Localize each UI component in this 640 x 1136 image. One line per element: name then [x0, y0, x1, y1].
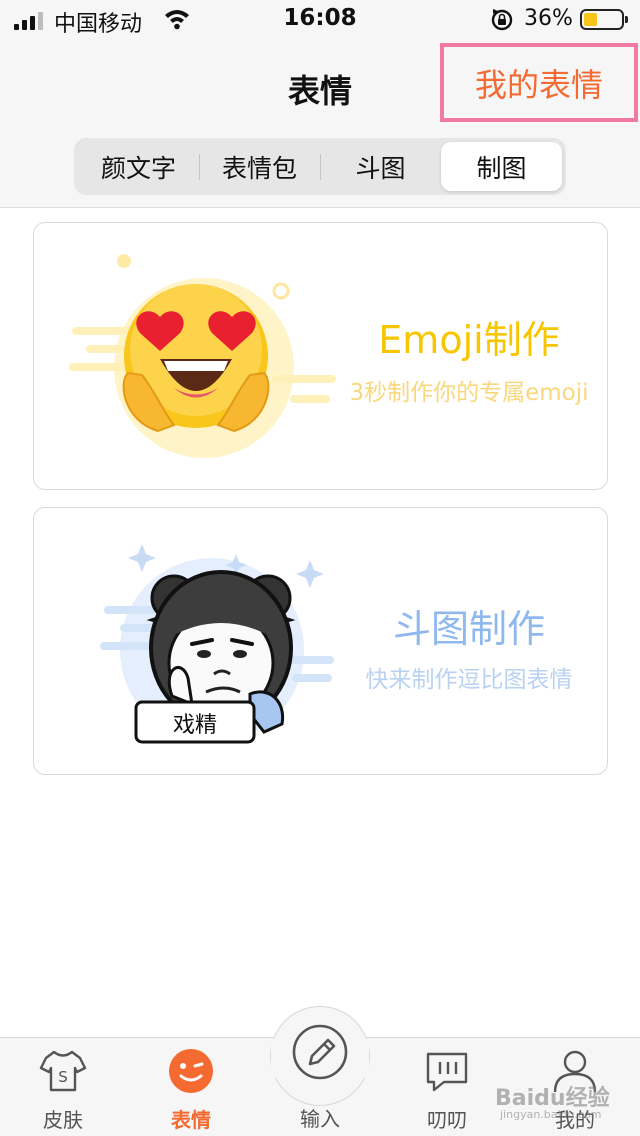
- category-segmented-control: 颜文字 表情包 斗图 制图: [74, 138, 566, 195]
- meme-maker-card[interactable]: 戏精 斗图制作 快来制作逗比图表情: [33, 507, 608, 775]
- tab-label: 输入: [300, 1107, 340, 1131]
- tab-chat[interactable]: 叨叨: [392, 1038, 502, 1136]
- person-icon: [553, 1050, 597, 1093]
- tab-label: 表情: [171, 1108, 211, 1132]
- carrier-name: 中国移动: [54, 12, 143, 37]
- tab-label: 皮肤: [43, 1108, 83, 1132]
- tab-skin[interactable]: S 皮肤: [8, 1038, 118, 1136]
- meme-face-icon: 戏精: [100, 544, 334, 744]
- svg-text:S: S: [58, 1068, 68, 1086]
- card-title: 斗图制作: [392, 607, 545, 651]
- header: 表情 我的表情 颜文字 表情包 斗图 制图: [0, 40, 640, 208]
- tab-mine[interactable]: 我的: [520, 1038, 630, 1136]
- segment-meme-battle[interactable]: 斗图: [320, 142, 441, 191]
- card-subtitle: 快来制作逗比图表情: [365, 667, 573, 693]
- battery-icon: [580, 9, 628, 30]
- pencil-icon: [292, 1024, 348, 1080]
- emoji-maker-card[interactable]: Emoji制作 3秒制作你的专属emoji: [33, 222, 608, 490]
- shirt-icon: S: [39, 1050, 87, 1092]
- tab-emoji[interactable]: 表情: [136, 1038, 246, 1136]
- rotation-lock-icon: [491, 9, 513, 31]
- chat-bubble-icon: [426, 1052, 468, 1092]
- segment-sticker-pack[interactable]: 表情包: [199, 142, 320, 191]
- segment-kaomoji[interactable]: 颜文字: [78, 142, 199, 191]
- wink-face-icon: [169, 1049, 213, 1093]
- wifi-icon: [165, 10, 189, 30]
- battery-percent: 36%: [524, 6, 573, 31]
- segment-make-image[interactable]: 制图: [441, 142, 562, 191]
- heart-eyes-emoji-icon: [69, 254, 336, 458]
- tab-label: 我的: [555, 1108, 595, 1132]
- card-title: Emoji制作: [378, 318, 560, 362]
- card-subtitle: 3秒制作你的专属emoji: [349, 380, 589, 406]
- tab-label: 叨叨: [427, 1108, 467, 1132]
- sticker-caption: 戏精: [173, 713, 217, 738]
- cellular-signal-icon: [14, 12, 43, 30]
- my-emoji-button[interactable]: 我的表情: [440, 43, 638, 122]
- status-bar: 中国移动 16:08 36%: [0, 0, 640, 40]
